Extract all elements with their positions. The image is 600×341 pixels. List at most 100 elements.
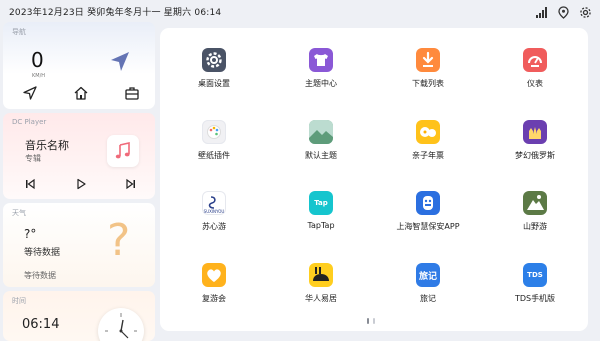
music-note-icon [107, 135, 139, 167]
security-guard-icon-graphic [423, 196, 433, 210]
navigate-icon[interactable] [22, 85, 38, 101]
shirt-icon [309, 48, 333, 72]
taptap-icon: Tap [309, 191, 333, 215]
home-icon[interactable] [73, 85, 89, 101]
app-ticket[interactable]: 亲子年票 [380, 120, 476, 182]
briefcase-icon[interactable] [124, 85, 140, 101]
navigation-arrow-icon [108, 50, 132, 74]
heart-icon-graphic [207, 269, 221, 282]
app-label: TapTap [307, 221, 335, 230]
gauge-icon-graphic [528, 56, 542, 67]
page-indicator[interactable] [367, 318, 375, 324]
app-label: 默认主题 [305, 151, 337, 160]
app-icon-glyph: Tap [314, 199, 328, 207]
app-label: 山野游 [523, 222, 547, 231]
ticket-icon-graphic [420, 127, 436, 137]
ticket-icon [416, 120, 440, 144]
app-label: 华人易居 [305, 294, 337, 303]
song-title: 音乐名称 [25, 139, 69, 152]
app-security-guard[interactable]: 上海智慧保安APP [380, 191, 476, 253]
app-mountain[interactable]: 山野游 [487, 191, 583, 253]
app-label: 下载列表 [412, 79, 444, 88]
speed-value: 0 [31, 48, 44, 72]
temperature: ?° [24, 227, 37, 241]
app-label: 旅记 [420, 294, 436, 303]
heart-icon [202, 263, 226, 287]
download-icon-graphic [422, 51, 434, 67]
gear-icon [202, 48, 226, 72]
card-title: 时间 [12, 297, 26, 305]
rabbit-icon-graphic [313, 267, 329, 281]
clock-time: 06:14 [22, 317, 60, 332]
app-travel-note[interactable]: 旅记 旅记 [380, 263, 476, 325]
app-label: 上海智慧保安APP [396, 222, 460, 231]
app-label: 主题中心 [305, 79, 337, 88]
app-label: 壁纸插件 [198, 151, 230, 160]
tds-icon: TDS [523, 263, 547, 287]
app-taptap[interactable]: Tap TapTap [273, 191, 369, 253]
status-icons [535, 4, 592, 19]
app-palette[interactable]: 壁纸插件 [166, 120, 262, 182]
security-guard-icon [416, 191, 440, 215]
palette-icon [202, 120, 226, 144]
status-datetime: 2023年12月23日 癸卯兔年冬月十一 星期六 06:14 [9, 8, 222, 18]
signal-icon [535, 4, 548, 18]
card-title: 天气 [12, 209, 26, 217]
app-label: 桌面设置 [198, 79, 230, 88]
page-dot[interactable] [367, 318, 369, 324]
album-name: 专辑 [25, 154, 41, 163]
weather-detail: 等待数据 [24, 271, 56, 280]
app-castle[interactable]: 梦幻俄罗斯 [487, 120, 583, 182]
play-icon[interactable] [74, 176, 88, 190]
app-gear[interactable]: 桌面设置 [166, 48, 262, 110]
app-label: 复游会 [202, 294, 226, 303]
location-icon[interactable] [557, 4, 570, 19]
card-title: 导航 [12, 28, 26, 36]
svg-text:SUXINYOU: SUXINYOU [204, 209, 225, 214]
app-rabbit[interactable]: 华人易居 [273, 263, 369, 325]
landscape-icon [309, 120, 333, 144]
app-icon-glyph: 旅记 [418, 271, 437, 282]
app-download[interactable]: 下载列表 [380, 48, 476, 110]
app-tds[interactable]: TDS TDS手机版 [487, 263, 583, 325]
app-heart[interactable]: 复游会 [166, 263, 262, 325]
status-bar: 2023年12月23日 癸卯兔年冬月十一 星期六 06:14 [0, 0, 600, 22]
castle-icon [523, 120, 547, 144]
app-label: 亲子年票 [412, 151, 444, 160]
app-label: TDS手机版 [514, 294, 556, 303]
navigation-card[interactable]: 导航 0 KM/H [3, 22, 155, 109]
app-label: 梦幻俄罗斯 [515, 151, 555, 160]
next-icon[interactable] [124, 176, 138, 190]
app-grid-panel: 桌面设置 主题中心 下载列表 仪表壁纸插件 默认主题 亲子年票 梦幻俄罗斯 SUXINYOU 苏… [160, 28, 588, 331]
weather-card[interactable]: 天气 ?° 等待数据 等待数据 ? [3, 203, 155, 287]
weather-status: 等待数据 [24, 248, 61, 258]
landscape-icon-graphic [309, 120, 333, 144]
settings-icon[interactable] [579, 4, 592, 18]
suxinyou-logo-icon: SUXINYOU [202, 191, 226, 215]
music-player-card[interactable]: DC Player 音乐名称 专辑 [3, 113, 155, 199]
shirt-icon-graphic [314, 54, 328, 66]
analog-clock-icon [98, 308, 144, 341]
speed-unit: KM/H [32, 73, 46, 79]
mountain-icon [523, 191, 547, 215]
download-icon [416, 48, 440, 72]
app-label: 苏心游 [202, 222, 226, 231]
mountain-icon-graphic [527, 195, 544, 210]
weather-unknown-icon: ? [107, 215, 131, 266]
app-label: 仪表 [527, 79, 543, 88]
suxinyou-logo-icon-graphic: SUXINYOU [204, 196, 225, 214]
app-shirt[interactable]: 主题中心 [273, 48, 369, 110]
app-gauge[interactable]: 仪表 [487, 48, 583, 110]
gauge-icon [523, 48, 547, 72]
app-icon-glyph: TDS [527, 271, 543, 279]
gear-icon-graphic [206, 52, 222, 68]
app-suxinyou-logo[interactable]: SUXINYOU 苏心游 [166, 191, 262, 253]
clock-card[interactable]: 时间 06:14 [3, 291, 155, 341]
previous-icon[interactable] [23, 176, 37, 190]
page-dot[interactable] [373, 318, 375, 324]
palette-icon-graphic [207, 125, 221, 139]
castle-icon-graphic [529, 127, 541, 139]
travel-note-icon: 旅记 [416, 263, 440, 287]
card-title: DC Player [12, 118, 47, 126]
app-landscape[interactable]: 默认主题 [273, 120, 369, 182]
